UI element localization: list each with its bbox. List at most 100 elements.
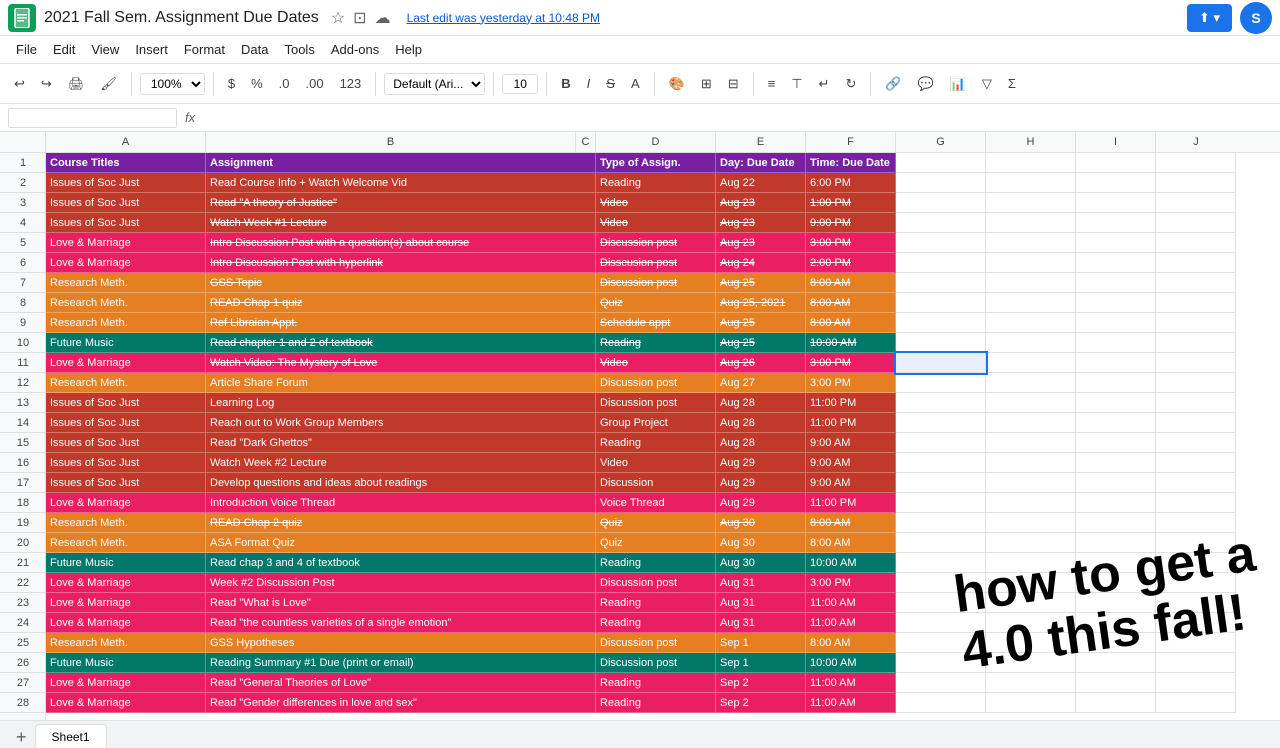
menu-file[interactable]: File — [8, 40, 45, 59]
cell-r25-c0[interactable]: Research Meth. — [46, 633, 206, 653]
cell-r14-c1[interactable]: Reach out to Work Group Members — [206, 413, 596, 433]
col-header-D[interactable]: D — [596, 132, 716, 152]
font-size-input[interactable] — [502, 74, 538, 94]
cell-r15-c4[interactable]: Aug 28 — [716, 433, 806, 453]
cell-r8-c4[interactable]: Aug 25, 2021 — [716, 293, 806, 313]
row-num-28[interactable]: 28 — [0, 693, 46, 713]
cell-r9-c9[interactable] — [1156, 313, 1236, 333]
cell-r20-c7[interactable] — [986, 533, 1076, 553]
row-num-9[interactable]: 9 — [0, 313, 46, 333]
cell-r7-c1[interactable]: GSS Topic — [206, 273, 596, 293]
cell-r4-c7[interactable] — [986, 213, 1076, 233]
cell-r5-c7[interactable] — [986, 233, 1076, 253]
cell-r24-c0[interactable]: Love & Marriage — [46, 613, 206, 633]
cell-r8-c1[interactable]: READ Chap 1 quiz — [206, 293, 596, 313]
cell-r15-c5[interactable]: 9:00 AM — [806, 433, 896, 453]
cell-r23-c9[interactable] — [1156, 593, 1236, 613]
cell-r13-c9[interactable] — [1156, 393, 1236, 413]
cell-r22-c6[interactable] — [896, 573, 986, 593]
cell-r12-c6[interactable] — [896, 373, 986, 393]
row-num-16[interactable]: 16 — [0, 453, 46, 473]
cell-r10-c7[interactable] — [986, 333, 1076, 353]
cell-r19-c4[interactable]: Aug 30 — [716, 513, 806, 533]
cell-r23-c4[interactable]: Aug 31 — [716, 593, 806, 613]
cell-r12-c9[interactable] — [1156, 373, 1236, 393]
cell-r12-c8[interactable] — [1076, 373, 1156, 393]
cell-r19-c8[interactable] — [1076, 513, 1156, 533]
cell-r11-c5[interactable]: 3:00 PM — [806, 353, 896, 373]
cell-r18-c9[interactable] — [1156, 493, 1236, 513]
cell-r16-c1[interactable]: Watch Week #2 Lecture — [206, 453, 596, 473]
bold-button[interactable]: B — [555, 72, 576, 95]
textwrap-button[interactable]: ↵ — [813, 72, 836, 96]
cell-r9-c6[interactable] — [896, 313, 986, 333]
row-num-8[interactable]: 8 — [0, 293, 46, 313]
cell-r26-c4[interactable]: Sep 1 — [716, 653, 806, 673]
cell-r21-c3[interactable]: Reading — [596, 553, 716, 573]
cell-r6-c6[interactable] — [896, 253, 986, 273]
cell-r8-c5[interactable]: 8:00 AM — [806, 293, 896, 313]
cell-r9-c0[interactable]: Research Meth. — [46, 313, 206, 333]
cell-r7-c7[interactable] — [986, 273, 1076, 293]
cell-r4-c1[interactable]: Watch Week #1 Lecture — [206, 213, 596, 233]
cell-r25-c6[interactable] — [896, 633, 986, 653]
cell-r12-c7[interactable] — [986, 373, 1076, 393]
cell-r6-c9[interactable] — [1156, 253, 1236, 273]
cell-r6-c8[interactable] — [1076, 253, 1156, 273]
cell-r25-c4[interactable]: Sep 1 — [716, 633, 806, 653]
cell-r20-c5[interactable]: 8:00 AM — [806, 533, 896, 553]
cell-r27-c9[interactable] — [1156, 673, 1236, 693]
menu-help[interactable]: Help — [387, 40, 430, 59]
cell-r22-c5[interactable]: 3:00 PM — [806, 573, 896, 593]
row-num-10[interactable]: 10 — [0, 333, 46, 353]
cell-r13-c3[interactable]: Discussion post — [596, 393, 716, 413]
cell-r16-c4[interactable]: Aug 29 — [716, 453, 806, 473]
cell-r10-c4[interactable]: Aug 25 — [716, 333, 806, 353]
cell-r23-c7[interactable] — [986, 593, 1076, 613]
cell-r14-c7[interactable] — [986, 413, 1076, 433]
cell-r17-c7[interactable] — [986, 473, 1076, 493]
cell-r16-c0[interactable]: Issues of Soc Just — [46, 453, 206, 473]
cell-r13-c0[interactable]: Issues of Soc Just — [46, 393, 206, 413]
cell-r9-c8[interactable] — [1076, 313, 1156, 333]
cell-r21-c1[interactable]: Read chap 3 and 4 of textbook — [206, 553, 596, 573]
cell-r21-c0[interactable]: Future Music — [46, 553, 206, 573]
cell-r21-c7[interactable] — [986, 553, 1076, 573]
cell-r24-c9[interactable] — [1156, 613, 1236, 633]
cell-r17-c0[interactable]: Issues of Soc Just — [46, 473, 206, 493]
sheet-tab[interactable]: Sheet1 — [35, 724, 107, 748]
cell-r7-c4[interactable]: Aug 25 — [716, 273, 806, 293]
cell-r15-c9[interactable] — [1156, 433, 1236, 453]
row-num-15[interactable]: 15 — [0, 433, 46, 453]
cell-r15-c7[interactable] — [986, 433, 1076, 453]
cell-r4-c4[interactable]: Aug 23 — [716, 213, 806, 233]
print-button[interactable]: 🖨 — [62, 72, 91, 96]
cell-r17-c4[interactable]: Aug 29 — [716, 473, 806, 493]
cell-r13-c6[interactable] — [896, 393, 986, 413]
cell-r28-c8[interactable] — [1076, 693, 1156, 713]
cell-r11-c3[interactable]: Video — [596, 353, 716, 373]
cell-r28-c0[interactable]: Love & Marriage — [46, 693, 206, 713]
cell-r8-c6[interactable] — [896, 293, 986, 313]
cell-r17-c1[interactable]: Develop questions and ideas about readin… — [206, 473, 596, 493]
cell-r7-c3[interactable]: Discussion post — [596, 273, 716, 293]
row-num-20[interactable]: 20 — [0, 533, 46, 553]
cell-r28-c4[interactable]: Sep 2 — [716, 693, 806, 713]
cell-r15-c3[interactable]: Reading — [596, 433, 716, 453]
cell-r5-c8[interactable] — [1076, 233, 1156, 253]
cell-r14-c4[interactable]: Aug 28 — [716, 413, 806, 433]
formula-input[interactable] — [203, 109, 1272, 127]
cell-r2-c1[interactable]: Read Course Info + Watch Welcome Vid — [206, 173, 596, 193]
cell-r4-c3[interactable]: Video — [596, 213, 716, 233]
cell-r16-c3[interactable]: Video — [596, 453, 716, 473]
cell-r13-c8[interactable] — [1076, 393, 1156, 413]
cell-r15-c6[interactable] — [896, 433, 986, 453]
row-num-19[interactable]: 19 — [0, 513, 46, 533]
cell-r22-c7[interactable] — [986, 573, 1076, 593]
cell-r27-c7[interactable] — [986, 673, 1076, 693]
cell-r26-c0[interactable]: Future Music — [46, 653, 206, 673]
cell-r8-c9[interactable] — [1156, 293, 1236, 313]
cell-r10-c6[interactable] — [896, 333, 986, 353]
cell-r9-c7[interactable] — [986, 313, 1076, 333]
cell-r24-c7[interactable] — [986, 613, 1076, 633]
